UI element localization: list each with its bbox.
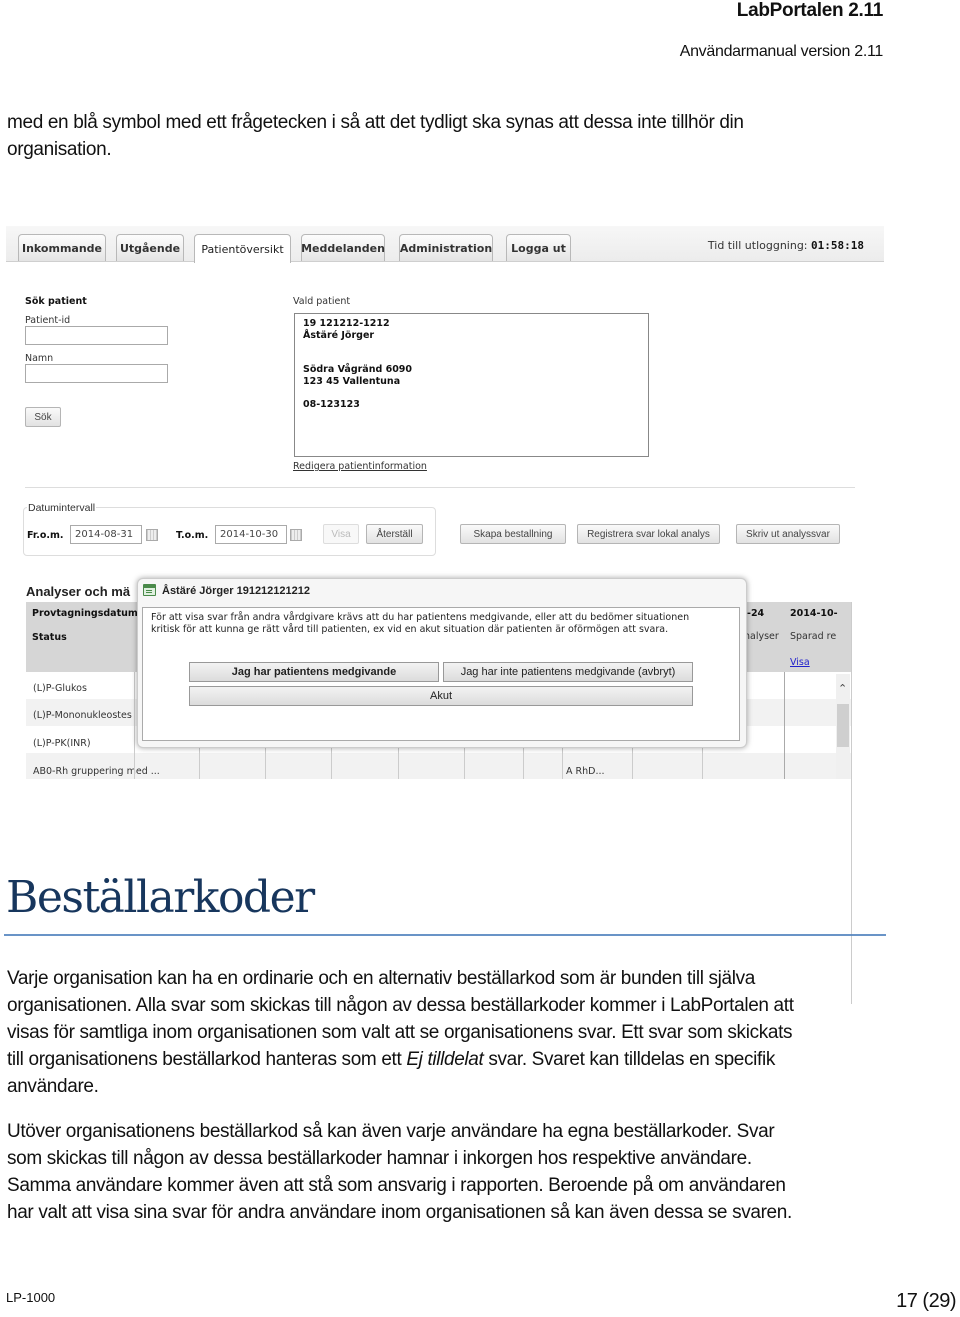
column2-date: 2014-10- [790,608,838,619]
paragraph-line: Varje organisation kan ha en ordinarie o… [7,968,755,989]
dialog-title: Åstäré Jörger 191212121212 [162,585,311,597]
paragraph-line: Samma användare kommer även att stå som … [7,1175,786,1196]
footer-doc-id: LP-1000 [6,1290,56,1305]
tab-patientoversikt[interactable]: Patientöversikt [194,234,291,263]
name-label: Namn [25,353,54,364]
register-local-analysis-button[interactable]: Registrera svar lokal analys [577,524,720,544]
intro-line: med en blå symbol med ett frågetecken i … [7,112,744,133]
calendar-icon[interactable] [290,529,302,541]
patient-city: 123 45 Vallentuna [303,376,401,387]
create-order-button[interactable]: Skapa bestallning [460,524,566,544]
paragraph-line: som skickas till någon av dessa beställa… [7,1148,752,1169]
patient-id-input[interactable] [25,326,168,345]
from-label: Fr.o.m. [27,530,64,541]
to-label: T.o.m. [176,530,209,541]
timer-label: Tid till utloggning: [707,239,808,252]
row-name: (L)P-Glukos [33,683,87,694]
row-name: AB0-Rh gruppering med ... [33,766,160,777]
text-span: till organisationens beställarkod hanter… [7,1049,407,1070]
date-interval-legend: Datumintervall [27,502,97,514]
reset-button[interactable]: Återställ [366,524,423,544]
patient-id-label: Patient-id [25,315,71,326]
paragraph-2: Utöver organisationens beställarkod så k… [7,1118,887,1226]
text-span: svar. Svaret kan tilldelas en specifik [483,1049,776,1070]
tab-inkommande[interactable]: Inkommande [18,234,106,261]
search-button[interactable]: Sök [25,407,61,427]
tab-bar: Inkommande Utgående Patientöversikt Medd… [6,226,884,263]
consent-button[interactable]: Jag har patientens medgivande [189,662,439,682]
paragraph-line: har valt att visa sina svar för andra an… [7,1202,792,1223]
to-date-input[interactable] [215,525,287,544]
patient-street: Södra Vågränd 6090 [303,364,413,375]
dialog-message-line: kritisk för att kunna ge rätt vård till … [151,624,669,635]
name-input[interactable] [25,364,168,383]
emergency-button[interactable]: Akut [189,686,693,706]
calendar-icon[interactable] [146,529,158,541]
search-patient-heading: Sök patient [25,296,87,307]
edit-patient-link[interactable]: Redigera patientinformation [293,461,427,472]
tab-logga-ut[interactable]: Logga ut [506,234,571,261]
paragraph-line: organisationen. Alla svar som skickas ti… [7,995,794,1016]
consent-dialog: Åstäré Jörger 191212121212 För att visa … [137,578,747,748]
paragraph-line: användare. [7,1076,99,1097]
table-title: Analyser och mä [26,584,131,599]
tab-meddelanden[interactable]: Meddelanden [301,234,385,261]
document-title: LabPortalen 2.11 [736,0,884,21]
column2-status: Sparad re [790,631,837,642]
scroll-up-icon[interactable]: ⌃ [838,682,847,695]
intro-paragraph: med en blå symbol med ett frågetecken i … [7,109,887,163]
row-name: (L)P-Mononukleostes [33,710,132,721]
paragraph-line: till organisationens beställarkod hanter… [7,1046,887,1073]
dialog-message: För att visa svar från andra vårdgivare … [151,612,731,636]
column-date-partial: -24 [747,608,765,619]
print-results-button[interactable]: Skriv ut analyssvar [736,524,840,544]
footer-page-number: 17 (29) [896,1290,956,1312]
tab-administration[interactable]: Administration [399,234,493,261]
scrollbar-thumb[interactable] [837,704,849,747]
patient-name: Åstäré Jörger [303,330,375,341]
header-status: Status [32,632,67,643]
paragraph-line: visas för samtliga inom organisationen s… [7,1022,793,1043]
show-button[interactable]: Visa [323,524,359,544]
intro-line: organisation. [7,139,112,160]
timer-value: 01:58:18 [811,239,864,252]
document-subtitle: Användarmanual version 2.11 [679,43,884,60]
selected-patient-label: Vald patient [293,296,351,307]
paragraph-line: Utöver organisationens beställarkod så k… [7,1121,775,1142]
emphasis-ej-tilldelat: Ej tilldelat [406,1049,484,1070]
dialog-window-icon [143,584,156,596]
logout-timer: Tid till utloggning: 01:58:18 [708,239,864,252]
dialog-message-line: För att visa svar från andra vårdgivare … [151,612,690,623]
column-status-partial: nalyser [744,631,779,642]
selected-patient-box: 19 121212-1212 Åstäré Jörger Södra Vågrä… [294,313,649,457]
from-date-input[interactable] [70,525,142,544]
header-provtagningsdatum: Provtagningsdatum [32,608,138,619]
heading-rule [4,934,886,936]
row-value: A RhD... [566,766,605,777]
column2-show-link[interactable]: Visa [790,657,810,668]
patient-phone: 08-123123 [303,399,360,410]
patient-id: 19 121212-1212 [303,318,390,329]
tab-utgaende[interactable]: Utgående [116,234,184,261]
labportalen-screenshot: Inkommande Utgående Patientöversikt Medd… [6,226,884,1004]
section-heading: Beställarkoder [6,872,315,923]
no-consent-cancel-button[interactable]: Jag har inte patientens medgivande (avbr… [443,662,693,682]
row-name: (L)P-PK(INR) [33,738,91,749]
dialog-body: För att visa svar från andra vårdgivare … [142,607,740,741]
divider [25,487,855,488]
paragraph-1: Varje organisation kan ha en ordinarie o… [7,965,887,1100]
